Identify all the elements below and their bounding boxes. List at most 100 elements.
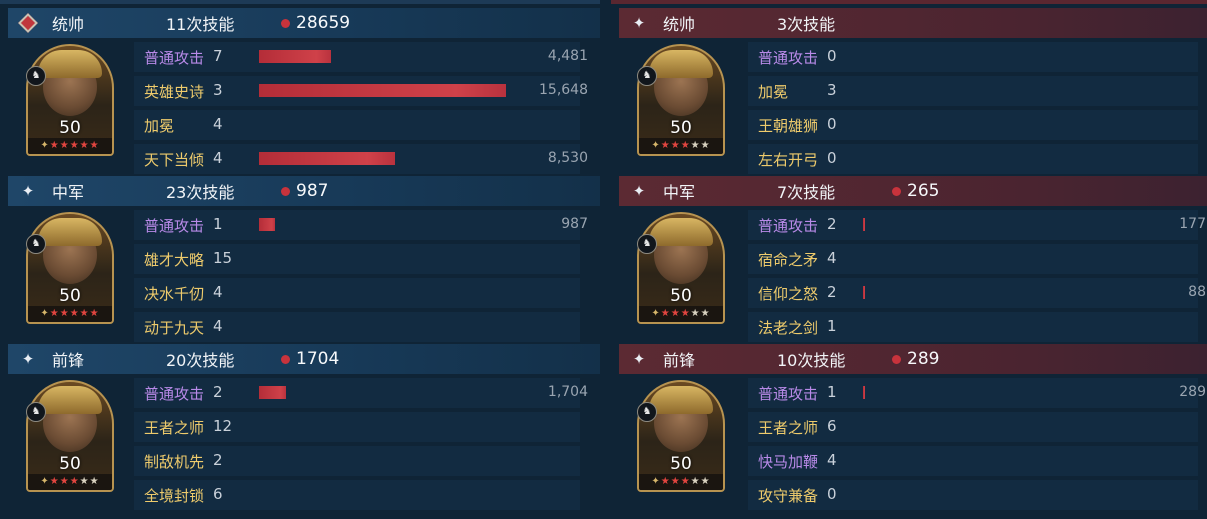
general-role: 中军 bbox=[52, 183, 85, 202]
skill-times: 15 bbox=[213, 249, 233, 267]
skill-damage-value: 289 bbox=[1179, 384, 1206, 400]
damage-bar bbox=[259, 152, 395, 165]
skill-name: 王朝雄狮 bbox=[758, 117, 819, 135]
general-header: ✦ 前锋 10次技能 289 bbox=[619, 344, 1207, 374]
unit-type-icon: ♞ bbox=[26, 234, 46, 254]
skill-times: 6 bbox=[213, 485, 223, 503]
skill-damage-value: 4,481 bbox=[547, 48, 588, 64]
skill-name: 加冕 bbox=[144, 117, 175, 135]
general-portrait[interactable]: 50 ✦★★★★★ bbox=[637, 212, 725, 324]
total-damage: 28659 bbox=[296, 13, 351, 33]
skill-times: 4 bbox=[827, 451, 837, 469]
damage-bar bbox=[863, 218, 865, 231]
star-rating: ✦★★★★★ bbox=[28, 138, 112, 154]
skill-times: 4 bbox=[213, 283, 223, 301]
general-portrait[interactable]: 50 ✦★★★★★ bbox=[637, 44, 725, 156]
red-diamond-gem-icon bbox=[18, 13, 38, 33]
star-cap-icon: ✦ bbox=[40, 140, 50, 151]
star-icon: ★ bbox=[680, 476, 691, 487]
star-icon: ★ bbox=[670, 476, 681, 487]
skill-count: 11次技能 bbox=[166, 15, 235, 34]
general-portrait[interactable]: 50 ✦★★★★★ bbox=[26, 44, 114, 156]
skill-count: 20次技能 bbox=[166, 351, 235, 370]
star-icon: ★ bbox=[89, 308, 100, 319]
skill-times: 3 bbox=[213, 81, 223, 99]
unit-type-icon: ♞ bbox=[26, 66, 46, 86]
general-role: 中军 bbox=[663, 183, 696, 202]
general-portrait[interactable]: 50 ✦★★★★★ bbox=[26, 380, 114, 492]
skill-damage-value: 8,530 bbox=[547, 150, 588, 166]
skill-row: 加冕 3 bbox=[748, 74, 1198, 106]
total-damage: 265 bbox=[907, 181, 940, 201]
left-team-top-border bbox=[0, 0, 600, 4]
star-icon: ★ bbox=[670, 140, 681, 151]
skill-row: 普通攻击 1 987 bbox=[134, 208, 588, 240]
skill-name: 决水千仞 bbox=[144, 285, 205, 303]
helmet-art bbox=[649, 50, 713, 78]
sparkle-star-icon: ✦ bbox=[21, 182, 35, 200]
general-header: ✦ 前锋 20次技能 1704 bbox=[8, 344, 600, 374]
general-header: ✦ 中军 23次技能 987 bbox=[8, 176, 600, 206]
skill-row: 王者之师 12 bbox=[134, 410, 580, 442]
star-rating: ✦★★★★★ bbox=[639, 306, 723, 322]
star-icon: ★ bbox=[690, 140, 701, 151]
general-role: 统帅 bbox=[52, 15, 85, 34]
skill-times: 4 bbox=[213, 149, 223, 167]
skill-times: 2 bbox=[827, 215, 837, 233]
general-section: 统帅 11次技能 28659 50 ✦★★★★★ ♞ 普通攻击 7 4,481 英雄史诗 3 15,6… bbox=[8, 8, 600, 176]
general-section: ✦ 中军 7次技能 265 50 ✦★★★★★ ♞ 普通攻击 2 177 宿命之矛 4 信仰之怒 2 88 法… bbox=[619, 176, 1207, 344]
skill-row: 普通攻击 7 4,481 bbox=[134, 40, 588, 72]
general-section: ✦ 中军 23次技能 987 50 ✦★★★★★ ♞ 普通攻击 1 987 雄才大略 15 决水千仞 4 动… bbox=[8, 176, 600, 344]
helmet-art bbox=[649, 386, 713, 414]
star-icon: ★ bbox=[79, 308, 90, 319]
skill-name: 王者之师 bbox=[144, 419, 205, 437]
helmet-art bbox=[38, 218, 102, 246]
skill-damage-value: 1,704 bbox=[547, 384, 588, 400]
skill-damage-value: 15,648 bbox=[539, 82, 588, 98]
general-portrait[interactable]: 50 ✦★★★★★ bbox=[26, 212, 114, 324]
battle-report: 统帅 11次技能 28659 50 ✦★★★★★ ♞ 普通攻击 7 4,481 英雄史诗 3 15,6… bbox=[0, 0, 1207, 519]
sparkle-star-icon: ✦ bbox=[632, 350, 646, 368]
skill-row: 攻守兼备 0 bbox=[748, 478, 1198, 510]
skill-count: 10次技能 bbox=[777, 351, 846, 370]
general-level: 50 bbox=[59, 454, 81, 474]
helmet-art bbox=[649, 218, 713, 246]
skill-row: 雄才大略 15 bbox=[134, 242, 580, 274]
skill-row: 英雄史诗 3 15,648 bbox=[134, 74, 588, 106]
unit-type-icon: ♞ bbox=[637, 66, 657, 86]
skill-times: 0 bbox=[827, 485, 837, 503]
skill-row: 普通攻击 1 289 bbox=[748, 376, 1206, 408]
star-icon: ★ bbox=[660, 308, 671, 319]
star-rating: ✦★★★★★ bbox=[639, 474, 723, 490]
general-level: 50 bbox=[59, 118, 81, 138]
skill-row: 动于九天 4 bbox=[134, 310, 580, 342]
skill-name: 普通攻击 bbox=[758, 49, 819, 67]
skill-times: 0 bbox=[827, 47, 837, 65]
star-icon: ★ bbox=[49, 476, 60, 487]
general-level: 50 bbox=[59, 286, 81, 306]
right-team-panel: ✦ 统帅 3次技能 50 ✦★★★★★ ♞ 普通攻击 0 加冕 3 王朝雄狮 0 左右开弓 0 ✦ 中军 7次技… bbox=[619, 8, 1207, 516]
general-portrait[interactable]: 50 ✦★★★★★ bbox=[637, 380, 725, 492]
skill-name: 法老之剑 bbox=[758, 319, 819, 337]
skill-name: 宿命之矛 bbox=[758, 251, 819, 269]
star-cap-icon: ✦ bbox=[40, 308, 50, 319]
sparkle-star-icon: ✦ bbox=[632, 182, 646, 200]
sparkle-star-icon: ✦ bbox=[21, 350, 35, 368]
damage-dot-icon bbox=[281, 355, 290, 364]
skill-name: 普通攻击 bbox=[144, 49, 205, 67]
skill-times: 0 bbox=[827, 149, 837, 167]
skill-row: 决水千仞 4 bbox=[134, 276, 580, 308]
skill-name: 普通攻击 bbox=[758, 217, 819, 235]
unit-type-icon: ♞ bbox=[637, 402, 657, 422]
star-icon: ★ bbox=[660, 140, 671, 151]
skill-times: 2 bbox=[827, 283, 837, 301]
damage-bar bbox=[259, 218, 275, 231]
star-icon: ★ bbox=[700, 476, 711, 487]
skill-times: 0 bbox=[827, 115, 837, 133]
skill-damage-value: 987 bbox=[561, 216, 588, 232]
general-level: 50 bbox=[670, 286, 692, 306]
star-cap-icon: ✦ bbox=[651, 308, 661, 319]
skill-times: 1 bbox=[213, 215, 223, 233]
skill-row: 普通攻击 2 1,704 bbox=[134, 376, 588, 408]
damage-bar bbox=[863, 386, 865, 399]
